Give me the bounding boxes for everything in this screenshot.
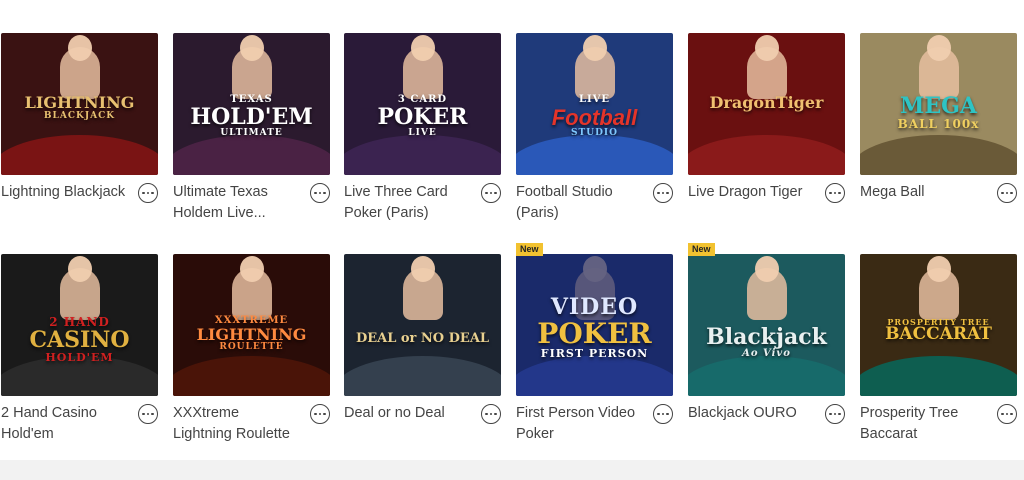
dealer-image: [918, 35, 959, 99]
game-logo: VIDEO POKER FIRST PERSON: [537, 294, 652, 361]
dealer-image: [746, 35, 787, 99]
dealer-image: [746, 256, 787, 320]
table-graphic: [688, 135, 845, 175]
game-grid: LIGHTNING BLACKJACK Lightning Blackjack T…: [0, 0, 1024, 460]
game-logo: LIGHTNING BLACKJACK: [24, 93, 135, 121]
game-title[interactable]: Football Studio (Paris): [516, 182, 641, 224]
game-logo: TEXAS HOLD'EM ULTIMATE: [190, 94, 313, 138]
dealer-image: [231, 35, 272, 99]
game-thumbnail[interactable]: DEAL or NO DEAL: [344, 254, 501, 396]
game-title[interactable]: Live Three Card Poker (Paris): [344, 182, 469, 224]
game-thumbnail[interactable]: 2 HAND CASINO HOLD'EM: [1, 254, 158, 396]
more-options-icon[interactable]: [310, 404, 330, 424]
game-title[interactable]: First Person Video Poker: [516, 403, 641, 445]
more-options-icon[interactable]: [825, 404, 845, 424]
dealer-image: [59, 256, 100, 320]
dealer-image: [402, 35, 443, 99]
game-logo: MEGA BALL 100x: [897, 93, 980, 132]
dealer-image: [918, 256, 959, 320]
game-logo: LIVE Football STUDIO: [551, 94, 638, 138]
game-title[interactable]: Ultimate Texas Holdem Live...: [173, 182, 298, 224]
table-graphic: [860, 356, 1017, 396]
more-options-icon[interactable]: [481, 183, 501, 203]
game-logo: PROSPERITY TREE BACCARAT: [885, 317, 992, 345]
game-thumbnail[interactable]: 3 CARD POKER LIVE: [344, 33, 501, 175]
more-options-icon[interactable]: [310, 183, 330, 203]
table-graphic: [344, 135, 501, 175]
more-options-icon[interactable]: [825, 183, 845, 203]
dealer-image: [402, 256, 443, 320]
game-title[interactable]: Live Dragon Tiger: [688, 182, 813, 203]
table-graphic: [344, 356, 501, 396]
more-options-icon[interactable]: [653, 404, 673, 424]
game-thumbnail[interactable]: PROSPERITY TREE BACCARAT: [860, 254, 1017, 396]
game-logo: DEAL or NO DEAL: [355, 331, 490, 346]
table-graphic: [173, 135, 330, 175]
game-title[interactable]: Lightning Blackjack: [1, 182, 126, 203]
table-graphic: [688, 356, 845, 396]
more-options-icon[interactable]: [997, 183, 1017, 203]
game-thumbnail[interactable]: LIVE Football STUDIO: [516, 33, 673, 175]
game-thumbnail[interactable]: VIDEO POKER FIRST PERSON: [516, 254, 673, 396]
game-logo: 3 CARD POKER LIVE: [377, 94, 468, 138]
new-badge: New: [688, 243, 715, 256]
game-title[interactable]: Mega Ball: [860, 182, 985, 203]
game-thumbnail[interactable]: XXXTREME LIGHTNING ROULETTE: [173, 254, 330, 396]
table-graphic: [1, 135, 158, 175]
more-options-icon[interactable]: [653, 183, 673, 203]
game-thumbnail[interactable]: TEXAS HOLD'EM ULTIMATE: [173, 33, 330, 175]
game-thumbnail[interactable]: LIGHTNING BLACKJACK: [1, 33, 158, 175]
table-graphic: [516, 135, 673, 175]
more-options-icon[interactable]: [997, 404, 1017, 424]
game-logo: DragonTiger: [709, 93, 824, 112]
table-graphic: [860, 135, 1017, 175]
footer-strip: [0, 460, 1024, 480]
more-options-icon[interactable]: [481, 404, 501, 424]
dealer-image: [574, 35, 615, 99]
game-thumbnail[interactable]: DragonTiger: [688, 33, 845, 175]
new-badge: New: [516, 243, 543, 256]
game-thumbnail[interactable]: Blackjack Ao Vivo: [688, 254, 845, 396]
more-options-icon[interactable]: [138, 183, 158, 203]
game-title[interactable]: Blackjack OURO: [688, 403, 813, 424]
game-title[interactable]: Deal or no Deal: [344, 403, 469, 424]
more-options-icon[interactable]: [138, 404, 158, 424]
game-title[interactable]: XXXtreme Lightning Roulette: [173, 403, 298, 445]
table-graphic: [173, 356, 330, 396]
table-graphic: [516, 356, 673, 396]
game-thumbnail[interactable]: MEGA BALL 100x: [860, 33, 1017, 175]
game-title[interactable]: 2 Hand Casino Hold'em: [1, 403, 126, 445]
game-logo: Blackjack Ao Vivo: [706, 324, 827, 360]
game-logo: 2 HAND CASINO HOLD'EM: [29, 315, 130, 364]
dealer-image: [59, 35, 100, 99]
game-logo: XXXTREME LIGHTNING ROULETTE: [196, 315, 307, 353]
game-title[interactable]: Prosperity Tree Baccarat: [860, 403, 985, 445]
dealer-image: [231, 256, 272, 320]
